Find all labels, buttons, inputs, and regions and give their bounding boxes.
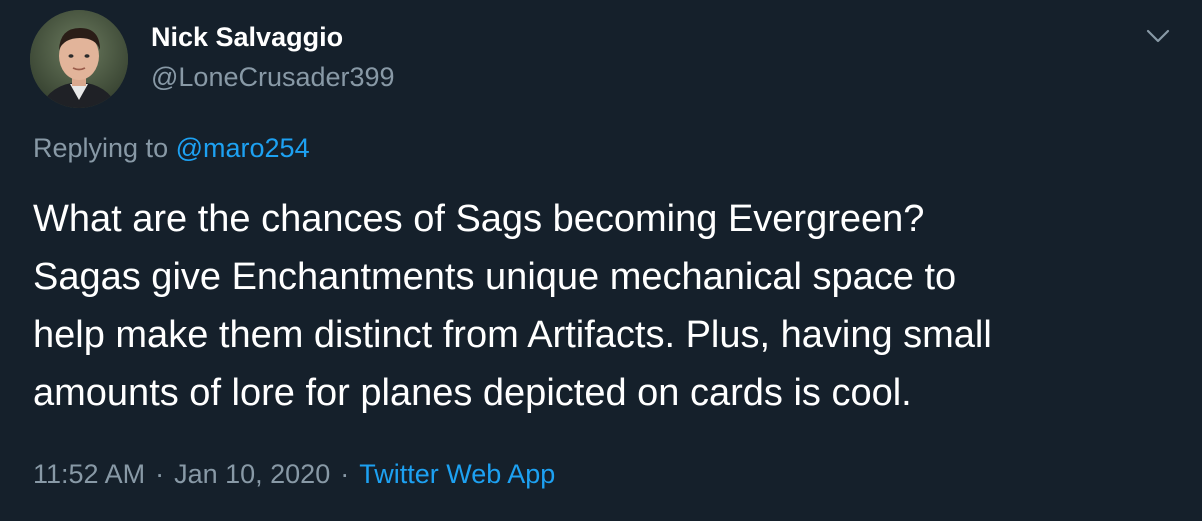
reply-prefix: Replying to	[33, 133, 169, 163]
tweet-date[interactable]: Jan 10, 2020	[174, 459, 330, 489]
reply-mention-link[interactable]: @maro254	[176, 133, 310, 163]
reply-context: Replying to @maro254	[33, 133, 310, 164]
meta-separator: ·	[155, 459, 165, 489]
meta-separator: ·	[340, 459, 350, 489]
author-handle[interactable]: @LoneCrusader399	[151, 62, 395, 93]
chevron-down-icon[interactable]	[1140, 22, 1176, 50]
tweet-card: Nick Salvaggio @LoneCrusader399 Replying…	[0, 0, 1202, 521]
author-display-name[interactable]: Nick Salvaggio	[151, 22, 343, 53]
tweet-source-link[interactable]: Twitter Web App	[359, 459, 555, 489]
tweet-time[interactable]: 11:52 AM	[33, 459, 145, 489]
tweet-text: What are the chances of Sags becoming Ev…	[33, 198, 992, 414]
tweet-meta: 11:52 AM · Jan 10, 2020 · Twitter Web App	[33, 459, 555, 490]
avatar[interactable]	[30, 10, 128, 108]
